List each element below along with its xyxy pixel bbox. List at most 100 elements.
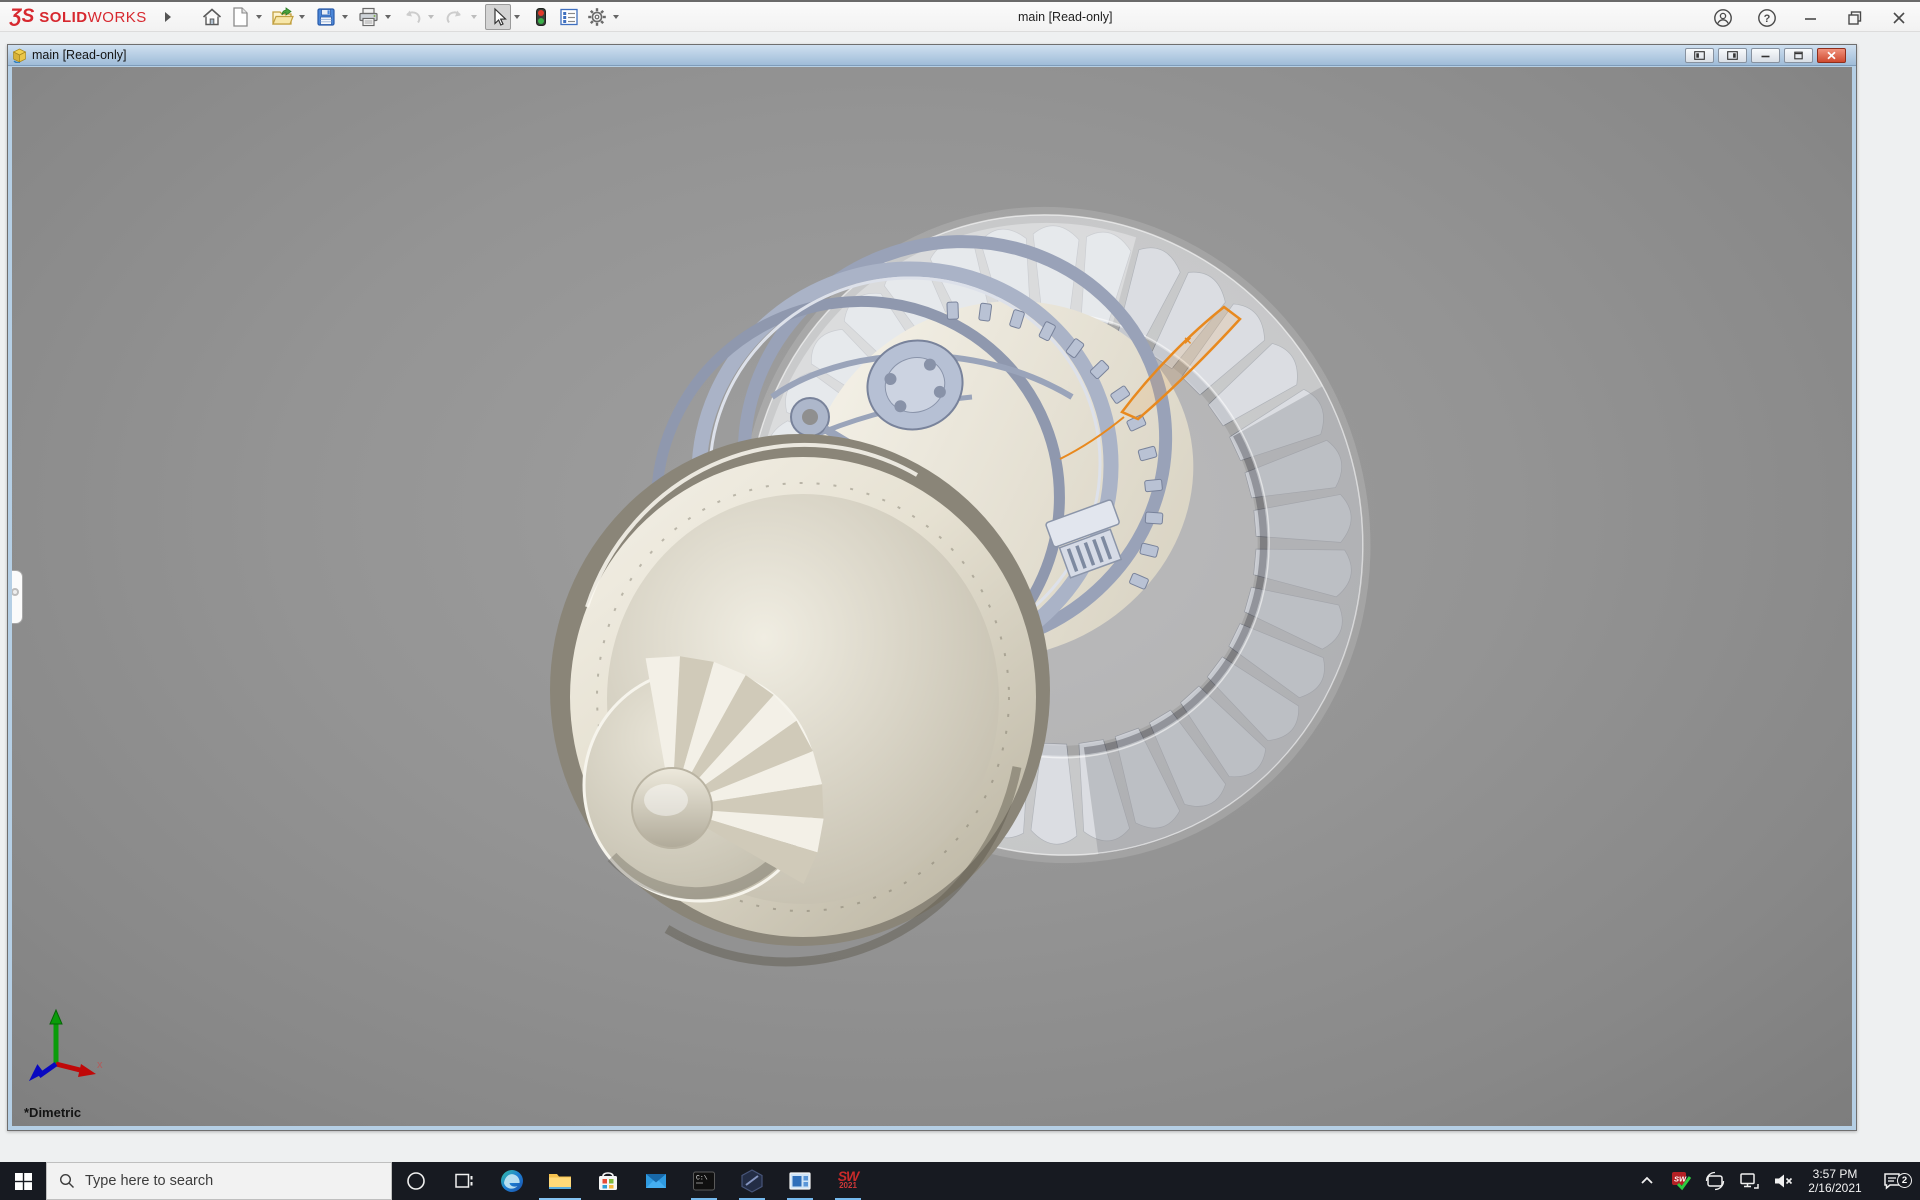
volume-muted-icon [1772,1170,1794,1192]
minimize-icon [1803,10,1819,26]
mail-icon [643,1168,669,1194]
undo-dropdown-caret [428,15,434,19]
action-center-button[interactable]: 2 [1870,1170,1914,1192]
notification-badge: 2 [1897,1173,1912,1188]
redo-icon [444,6,466,28]
help-icon: ? [1757,8,1777,28]
doc-pane-right-button[interactable] [1718,48,1747,63]
options-button[interactable] [584,4,610,30]
new-document-button[interactable] [227,4,253,30]
rebuild-button[interactable] [528,4,554,30]
taskbar-app-store[interactable] [584,1162,632,1200]
doc-restore-button[interactable] [1784,48,1813,63]
taskbar-search-input[interactable]: Type here to search [46,1162,392,1200]
save-dropdown-caret[interactable] [342,15,348,19]
new-dropdown-caret[interactable] [256,15,262,19]
search-icon [59,1173,75,1189]
select-cursor-icon [487,6,509,28]
document-titlebar[interactable]: main [Read-only] [8,45,1856,66]
document-title: main [Read-only] [32,48,127,62]
taskbar-app-solidworks[interactable]: SW 2021 [824,1162,872,1200]
model-turbofan-engine[interactable]: × [12,67,1852,1126]
file-properties-icon [558,6,580,28]
main-toolbar [199,4,625,30]
options-dropdown-caret[interactable] [613,15,619,19]
network-ethernet-icon [1738,1170,1760,1192]
file-explorer-icon [547,1168,573,1194]
featuremanager-collapsed-tab[interactable] [12,570,23,624]
front-nozzle-bell[interactable] [550,434,1050,962]
close-icon [1891,10,1907,26]
start-button[interactable] [0,1162,46,1200]
clock-date: 2/16/2021 [1800,1181,1870,1195]
home-button[interactable] [199,4,225,30]
restore-button[interactable] [1844,7,1866,29]
solidworks-2021-icon: SW 2021 [838,1171,859,1191]
minimize-button[interactable] [1800,7,1822,29]
cmd-label: C:\ [696,1175,708,1182]
doc-pane-left-button[interactable] [1685,48,1714,63]
triad-x-label: x [97,1059,103,1071]
tray-volume-muted[interactable] [1766,1170,1800,1192]
tray-clock[interactable]: 3:57 PM 2/16/2021 [1800,1167,1870,1195]
redo-dropdown-caret [471,15,477,19]
edge-icon [499,1168,525,1194]
taskbar-app-file-explorer[interactable] [536,1162,584,1200]
system-tray: SW 3:5 [1630,1162,1920,1200]
open-folder-icon [271,6,295,28]
redo-button[interactable] [442,4,468,30]
reference-triad: x [26,1002,106,1082]
undo-button[interactable] [399,4,425,30]
account-button[interactable] [1712,7,1734,29]
menu-expand-arrow-icon[interactable] [165,12,171,22]
close-button[interactable] [1888,7,1910,29]
taskbar-app-dark-hexagon[interactable] [728,1162,776,1200]
save-icon [315,6,337,28]
help-button[interactable]: ? [1756,7,1778,29]
graphics-viewport[interactable]: × x *Dimetric [12,67,1852,1126]
home-icon [201,6,223,28]
app-window-title: main [Read-only] [1018,10,1113,24]
document-window: main [Read-only] [7,44,1857,1131]
select-tool-button[interactable] [485,4,511,30]
open-button[interactable] [270,4,296,30]
print-button[interactable] [356,4,382,30]
taskbar-app-window-panels[interactable] [776,1162,824,1200]
solidworks-check-icon: SW [1671,1171,1691,1191]
dark-hexagon-app-icon [739,1168,765,1194]
assembly-cube-icon [12,48,27,63]
taskbar-app-edge[interactable] [488,1162,536,1200]
chevron-up-icon [1639,1173,1655,1189]
task-view-icon [453,1170,475,1192]
taskbar-app-command-prompt[interactable]: C:\ [680,1162,728,1200]
microsoft-store-icon [595,1168,621,1194]
cortana-button[interactable] [392,1162,440,1200]
window-panels-app-icon [787,1168,813,1194]
solidworks-logo: ƷS SOLID WORKS [10,6,147,28]
view-orientation-label: *Dimetric [24,1105,81,1120]
task-view-button[interactable] [440,1162,488,1200]
save-button[interactable] [313,4,339,30]
cortana-icon [405,1170,427,1192]
command-prompt-icon: C:\ [691,1168,717,1194]
new-document-icon [230,6,250,28]
undo-icon [401,6,423,28]
tab-knob-icon [12,588,19,596]
tray-display-sync[interactable] [1698,1170,1732,1192]
file-properties-button[interactable] [556,4,582,30]
svg-text:×: × [1184,333,1192,348]
doc-close-button[interactable] [1817,48,1846,63]
pane-right-icon [1727,51,1738,60]
clock-time: 3:57 PM [1800,1167,1870,1181]
account-icon [1713,8,1733,28]
hidden-icons-chevron[interactable] [1630,1173,1664,1189]
open-dropdown-caret[interactable] [299,15,305,19]
taskbar-app-mail[interactable] [632,1162,680,1200]
tray-solidworks-status[interactable]: SW [1664,1171,1698,1191]
select-dropdown-caret[interactable] [514,15,520,19]
mdi-background: main [Read-only] [0,32,1920,1162]
tray-network[interactable] [1732,1170,1766,1192]
print-dropdown-caret[interactable] [385,15,391,19]
doc-minimize-button[interactable] [1751,48,1780,63]
document-window-buttons [1685,48,1846,63]
